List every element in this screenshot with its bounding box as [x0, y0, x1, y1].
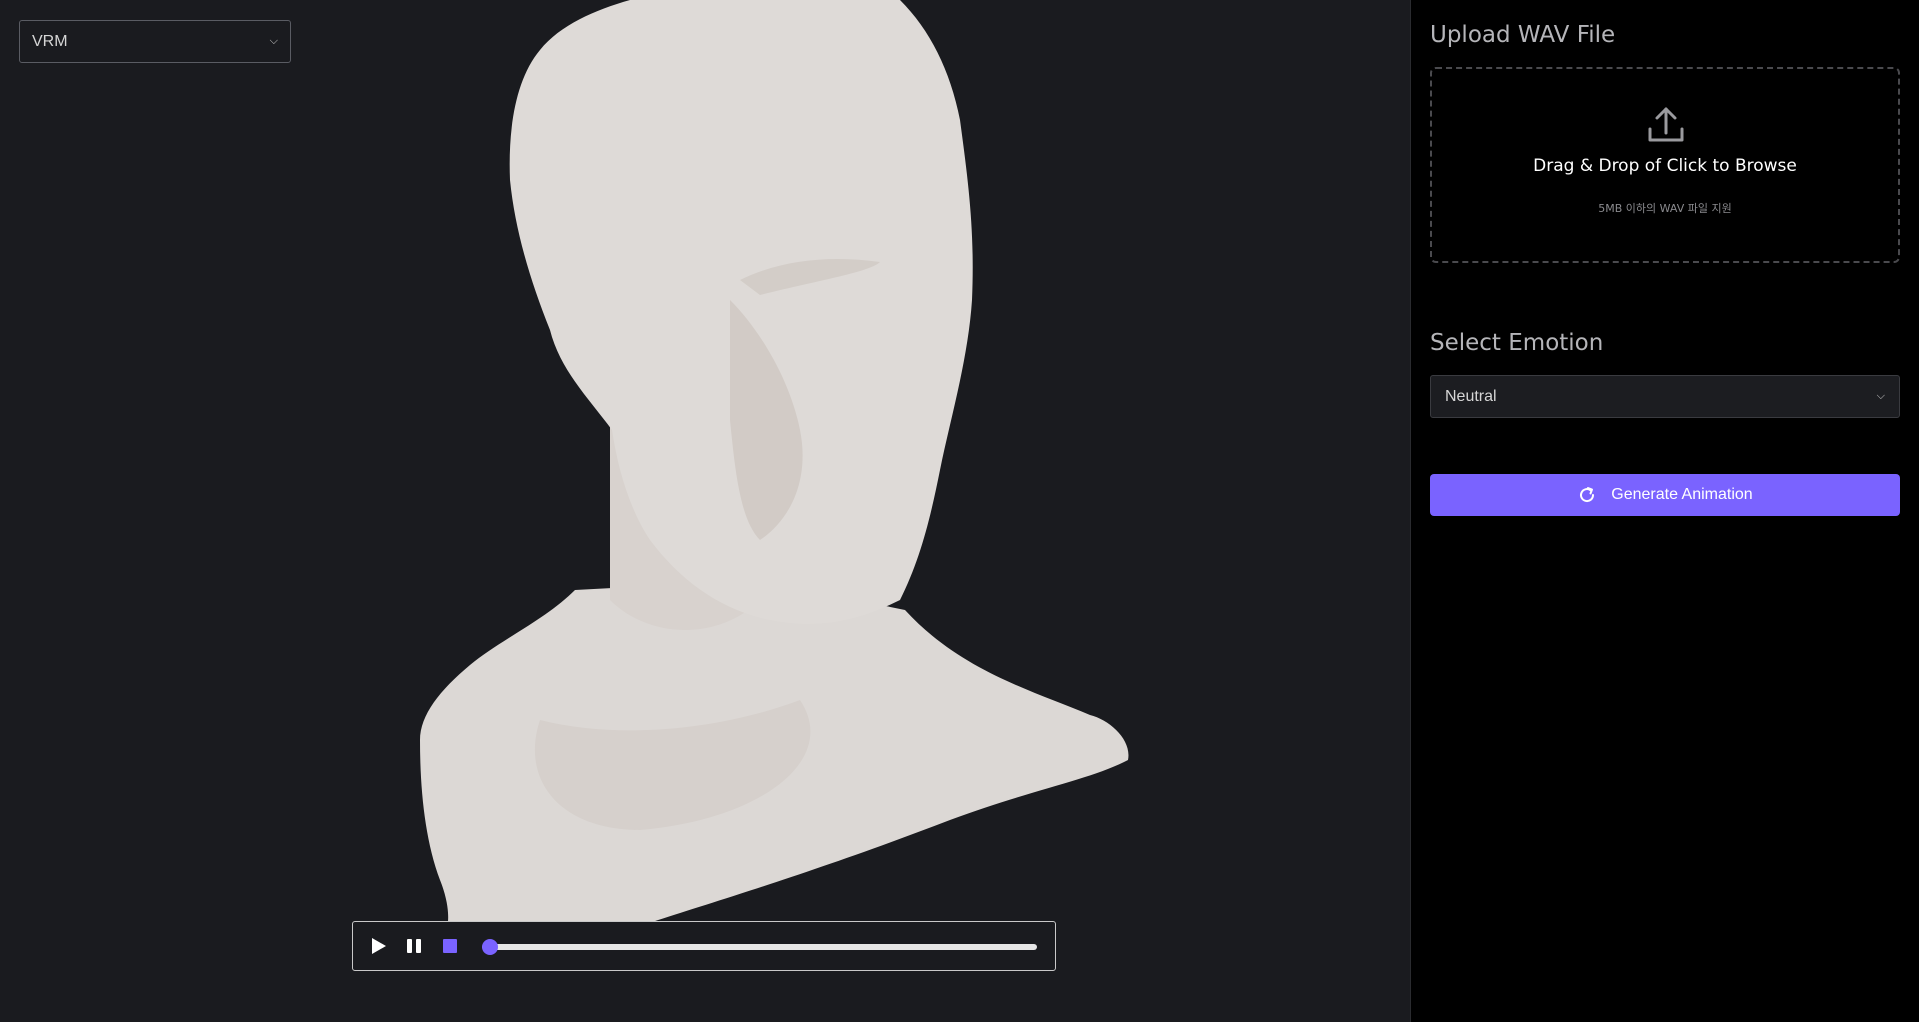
emotion-select[interactable]: Neutral ⌵ [1430, 375, 1900, 418]
bust-head [509, 0, 973, 624]
generate-animation-button[interactable]: Generate Animation [1430, 474, 1900, 516]
seek-knob[interactable] [482, 939, 498, 955]
dropzone-title: Drag & Drop of Click to Browse [1533, 156, 1797, 176]
wav-dropzone[interactable]: Drag & Drop of Click to Browse 5MB 이하의 W… [1430, 67, 1900, 263]
dropzone-hint: 5MB 이하의 WAV 파일 지원 [1598, 202, 1732, 215]
play-icon[interactable] [367, 935, 389, 957]
chevron-down-icon: ⌵ [1876, 390, 1885, 402]
pause-icon[interactable] [403, 935, 425, 957]
upload-icon [1648, 107, 1684, 142]
control-panel: Upload WAV File Drag & Drop of Click to … [1411, 0, 1919, 1022]
chevron-down-icon: ⌵ [269, 35, 278, 47]
model-select-value: VRM [32, 32, 68, 50]
model-select[interactable]: VRM ⌵ [19, 20, 291, 63]
emotion-heading: Select Emotion [1430, 330, 1604, 356]
audio-player [352, 921, 1056, 971]
upload-heading: Upload WAV File [1430, 22, 1616, 48]
3d-viewport[interactable]: VRM ⌵ [0, 0, 1410, 1022]
refresh-icon [1580, 487, 1595, 503]
stop-icon[interactable] [439, 935, 461, 957]
bust-model[interactable] [0, 0, 1410, 1022]
generate-label: Generate Animation [1611, 486, 1753, 503]
emotion-select-value: Neutral [1445, 387, 1497, 405]
seek-track[interactable] [482, 939, 1037, 955]
